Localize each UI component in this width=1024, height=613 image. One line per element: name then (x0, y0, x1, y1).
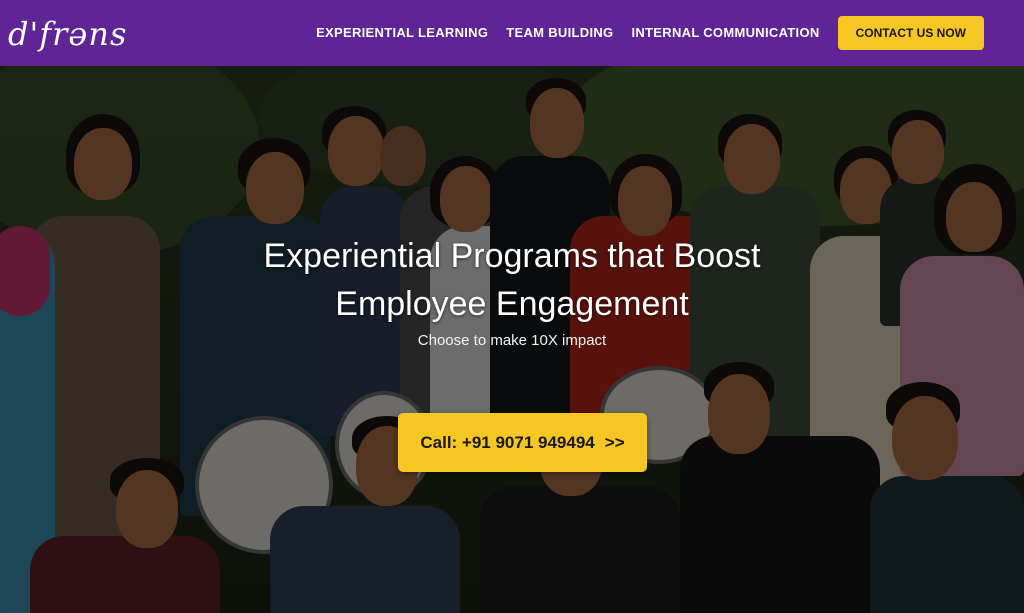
double-chevron-icon: >> (604, 432, 625, 452)
call-button[interactable]: Call: +91 9071 949494 >> (398, 413, 647, 472)
brand-logo[interactable]: d'frǝns (8, 14, 127, 54)
nav-team-building[interactable]: TEAM BUILDING (506, 16, 613, 50)
site-header: d'frǝns EXPERIENTIAL LEARNING TEAM BUILD… (0, 0, 1024, 66)
hero-subtitle: Choose to make 10X impact (417, 332, 607, 349)
hero-title: Experiential Programs that Boost Employe… (212, 232, 812, 328)
main-nav: EXPERIENTIAL LEARNING TEAM BUILDING INTE… (316, 16, 984, 50)
nav-internal-communication[interactable]: INTERNAL COMMUNICATION (631, 16, 819, 50)
hero-title-line-2: Employee Engagement (335, 285, 689, 323)
hero-title-line-1: Experiential Programs that Boost (263, 237, 761, 275)
nav-experiential-learning[interactable]: EXPERIENTIAL LEARNING (316, 16, 488, 50)
hero-section: Experiential Programs that Boost Employe… (0, 66, 1024, 613)
call-button-label: Call: +91 9071 949494 (420, 432, 595, 452)
contact-us-button[interactable]: CONTACT US NOW (837, 16, 984, 50)
hero-content: Experiential Programs that Boost Employe… (0, 66, 1024, 613)
landing-page: d'frǝns EXPERIENTIAL LEARNING TEAM BUILD… (0, 0, 1024, 613)
